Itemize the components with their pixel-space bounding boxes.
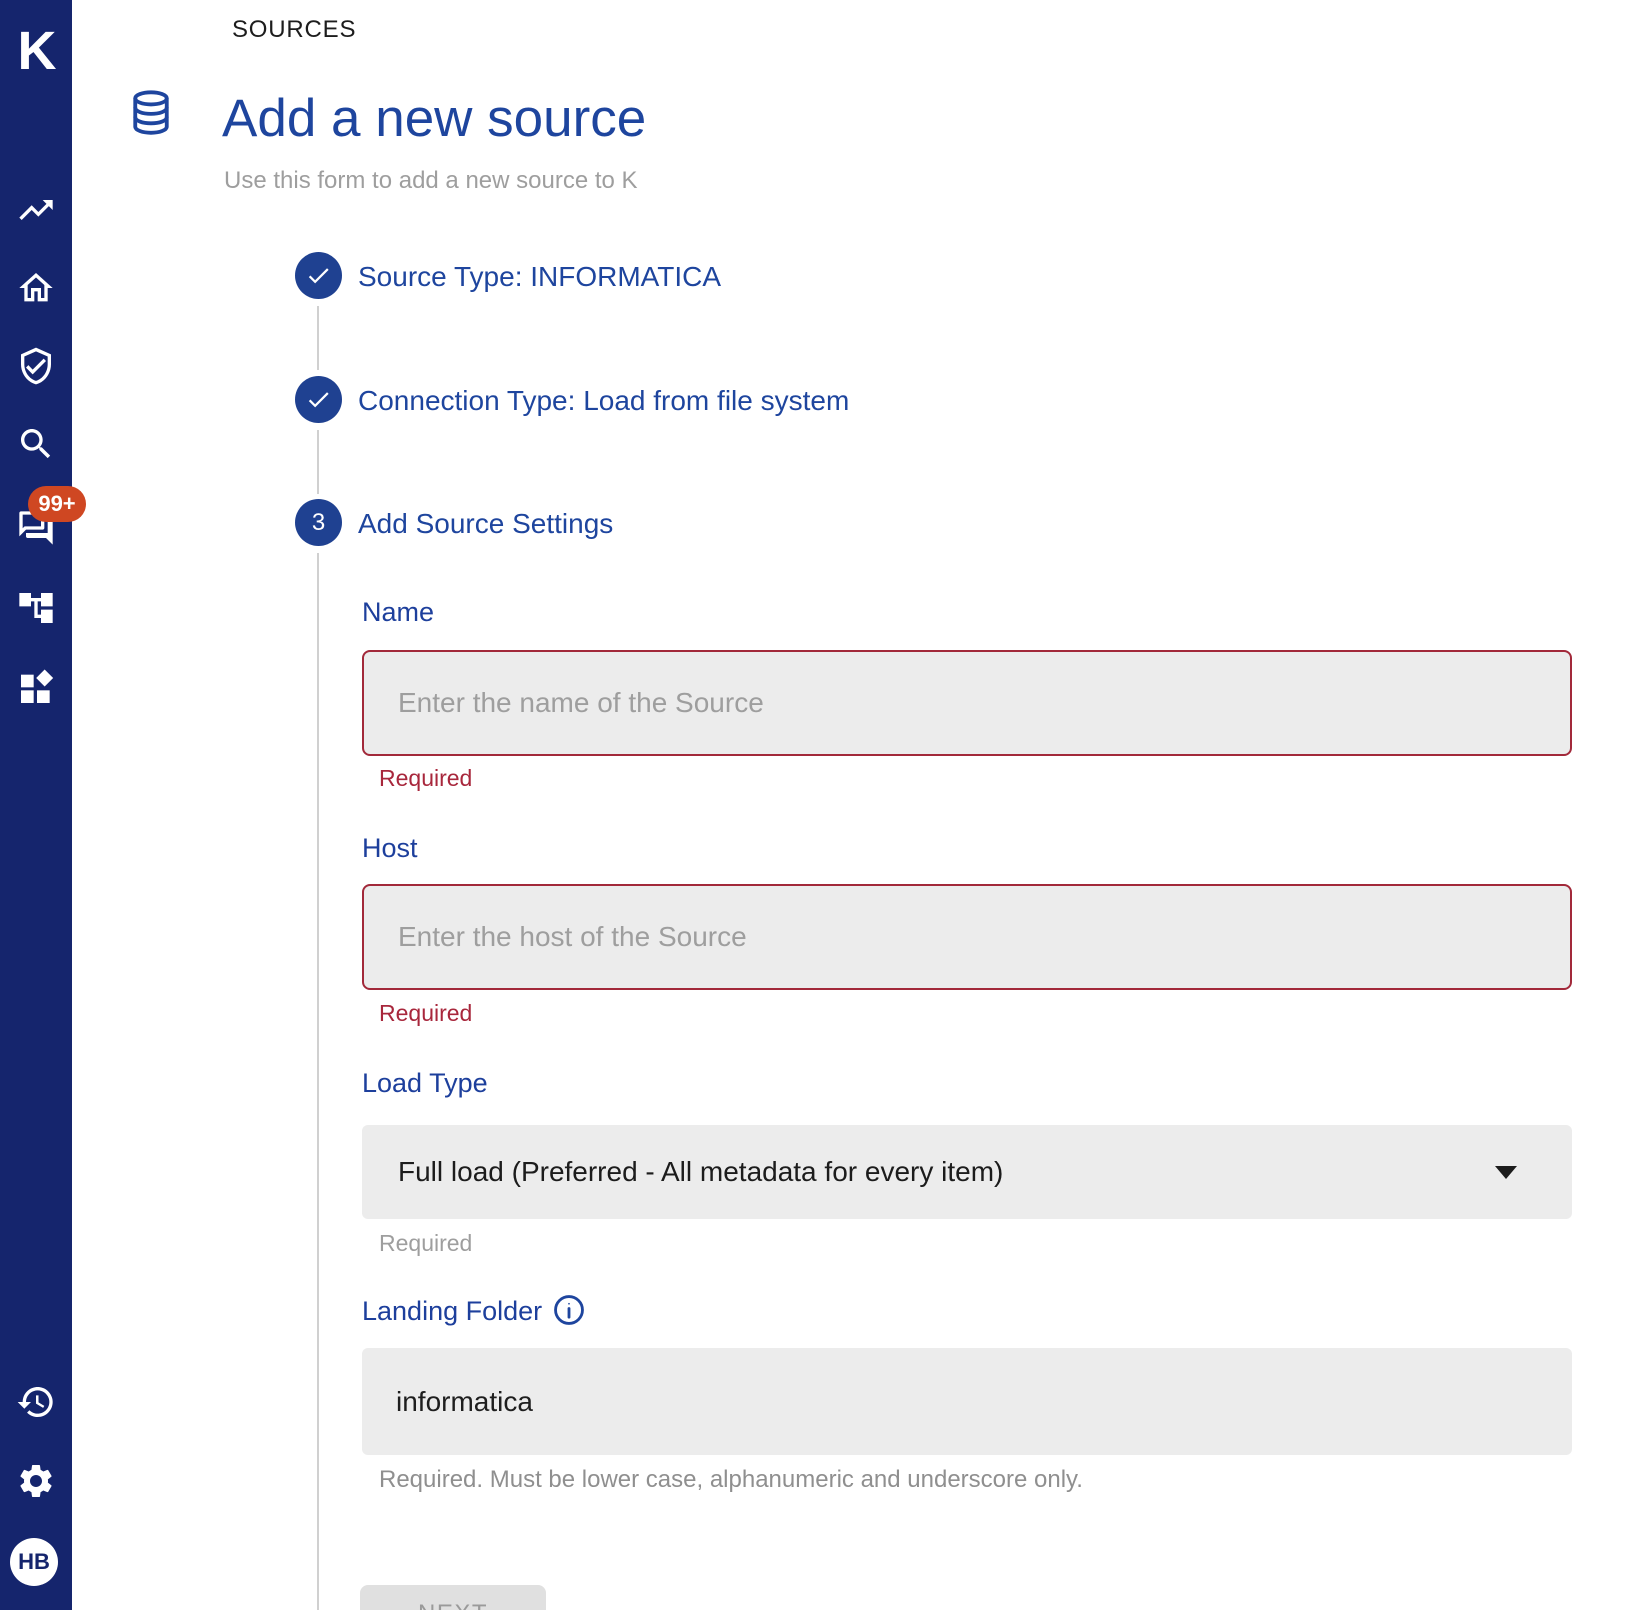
load-type-helper-text: Required [379,1230,472,1257]
name-field-container [362,650,1572,756]
gear-icon[interactable] [16,1461,56,1501]
dashboard-icon[interactable] [16,668,56,708]
chevron-down-icon [1495,1166,1517,1179]
host-field-container [362,884,1572,990]
search-icon[interactable] [16,424,56,464]
landing-folder-field-container [362,1348,1572,1455]
name-error-text: Required [379,765,472,792]
step-connector [317,306,319,370]
step-connector [317,430,319,494]
name-label: Name [362,597,434,628]
page-subtitle: Use this form to add a new source to K [224,167,638,195]
sidebar: K [0,0,72,1610]
landing-folder-input[interactable] [362,1348,1572,1455]
step-3-number: 3 [312,509,325,537]
next-button[interactable]: NEXT [360,1585,546,1610]
home-icon[interactable] [16,268,56,308]
load-type-selected-value: Full load (Preferred - All metadata for … [398,1125,1003,1219]
data-lineage-icon[interactable] [16,588,56,628]
breadcrumb: SOURCES [232,16,356,44]
shield-check-icon[interactable] [16,346,56,386]
host-error-text: Required [379,1000,472,1027]
step-2-complete-check-icon [295,376,342,423]
step-1-complete-check-icon [295,252,342,299]
landing-folder-helper-text: Required. Must be lower case, alphanumer… [379,1466,1083,1494]
host-input[interactable] [364,886,1570,988]
notification-badge: 99+ [28,486,86,522]
step-connector [317,553,319,1610]
step-1-label[interactable]: Source Type: INFORMATICA [358,261,721,293]
load-type-label: Load Type [362,1068,488,1099]
landing-folder-label: Landing Folder [362,1296,542,1327]
load-type-select[interactable]: Full load (Preferred - All metadata for … [362,1125,1572,1219]
trending-up-icon[interactable] [16,190,56,230]
app-logo[interactable]: K [0,20,72,82]
info-icon[interactable] [552,1293,586,1327]
history-icon[interactable] [16,1382,56,1422]
step-3-indicator: 3 [295,499,342,546]
step-2-label[interactable]: Connection Type: Load from file system [358,385,849,417]
host-label: Host [362,833,418,864]
page-title: Add a new source [222,88,646,149]
name-input[interactable] [364,652,1570,754]
user-avatar[interactable]: HB [10,1538,58,1586]
app-window: K [0,0,1626,1610]
database-icon [124,88,178,144]
step-3-label: Add Source Settings [358,508,613,540]
